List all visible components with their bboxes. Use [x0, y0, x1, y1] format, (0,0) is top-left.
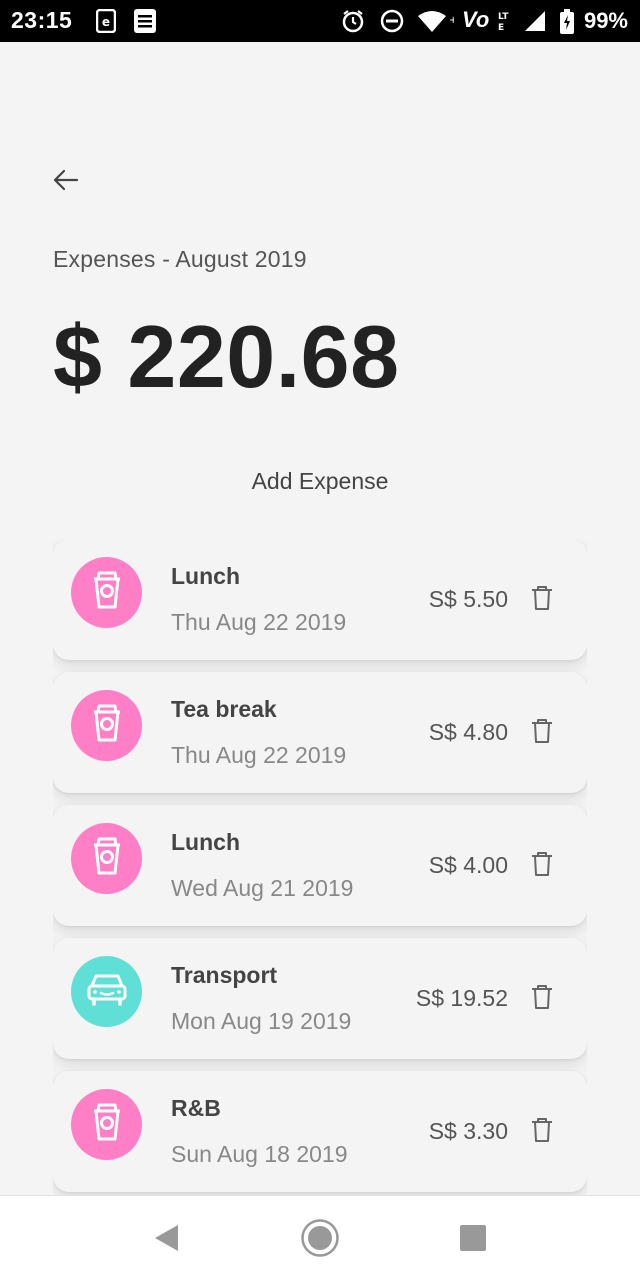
navigation-bar: [0, 1195, 640, 1280]
cup-icon: [90, 836, 124, 881]
page-subtitle: Expenses - August 2019: [53, 246, 307, 272]
expense-name: Lunch: [171, 829, 240, 855]
notification-app-icon: e: [95, 8, 117, 38]
notification-doc-icon: [134, 9, 156, 38]
expense-amount: S$ 3.30: [428, 1118, 508, 1144]
nav-back-button[interactable]: [146, 1218, 186, 1258]
expense-amount: S$ 4.80: [428, 719, 508, 745]
do-not-disturb-icon: [380, 9, 404, 38]
delete-button[interactable]: [527, 717, 557, 749]
expense-date: Thu Aug 22 2019: [171, 609, 347, 635]
arrow-left-icon: [53, 169, 79, 191]
expense-card[interactable]: Tea break Thu Aug 22 2019 S$ 4.80: [53, 672, 587, 793]
status-bar: 23:15 e + Vo LT E 99%: [0, 0, 640, 42]
expense-card[interactable]: Transport Mon Aug 19 2019 S$ 19.52: [53, 938, 587, 1059]
expense-name: Lunch: [171, 563, 240, 589]
nav-home-button[interactable]: [300, 1218, 340, 1258]
delete-button[interactable]: [527, 850, 557, 882]
category-badge: [71, 690, 142, 761]
add-expense-button[interactable]: Add Expense: [0, 468, 640, 495]
alarm-icon: [341, 9, 365, 38]
signal-icon: [523, 9, 547, 38]
total-amount: $ 220.68: [53, 307, 400, 406]
lte-icon: LT E: [498, 9, 512, 38]
delete-button[interactable]: [527, 1116, 557, 1148]
back-button[interactable]: [48, 162, 84, 198]
square-recents-icon: [460, 1225, 486, 1251]
expense-name: Tea break: [171, 696, 277, 722]
trash-icon: [531, 851, 553, 882]
expense-amount: S$ 5.50: [428, 586, 508, 612]
svg-text:+: +: [449, 15, 454, 26]
status-time: 23:15: [11, 7, 73, 33]
wifi-icon: +: [416, 9, 457, 38]
expense-name: Transport: [171, 962, 278, 988]
svg-text:E: E: [498, 23, 504, 33]
svg-text:LT: LT: [498, 12, 509, 22]
expense-card[interactable]: Lunch Wed Aug 21 2019 S$ 4.00: [53, 805, 587, 926]
expense-card[interactable]: Lunch Thu Aug 22 2019 S$ 5.50: [53, 539, 587, 660]
battery-percent: 99%: [583, 8, 628, 33]
expense-amount: S$ 19.52: [415, 985, 508, 1011]
expense-list: Lunch Thu Aug 22 2019 S$ 5.50 Tea break Thu …: [53, 539, 587, 1195]
trash-icon: [531, 1117, 553, 1148]
cup-icon: [90, 1102, 124, 1147]
category-badge: [71, 956, 142, 1027]
category-badge: [71, 823, 142, 894]
svg-text:e: e: [102, 15, 110, 29]
delete-button[interactable]: [527, 584, 557, 616]
expense-date: Wed Aug 21 2019: [171, 875, 354, 901]
delete-button[interactable]: [527, 983, 557, 1015]
triangle-back-icon: [155, 1225, 178, 1251]
expense-amount: S$ 4.00: [428, 852, 508, 878]
expense-card[interactable]: R&B Sun Aug 18 2019 S$ 3.30: [53, 1071, 587, 1192]
nav-recents-button[interactable]: [453, 1218, 493, 1258]
expense-name: R&B: [171, 1095, 221, 1121]
cup-icon: [90, 570, 124, 615]
category-badge: [71, 557, 142, 628]
volte-indicator: Vo: [462, 7, 490, 32]
trash-icon: [531, 718, 553, 749]
category-badge: [71, 1089, 142, 1160]
expense-date: Thu Aug 22 2019: [171, 742, 347, 768]
expense-date: Mon Aug 19 2019: [171, 1008, 352, 1034]
trash-icon: [531, 984, 553, 1015]
cup-icon: [90, 703, 124, 748]
battery-icon: [559, 9, 575, 40]
trash-icon: [531, 585, 553, 616]
circle-home-icon: [301, 1219, 339, 1257]
expense-date: Sun Aug 18 2019: [171, 1141, 348, 1167]
car-icon: [86, 972, 128, 1011]
